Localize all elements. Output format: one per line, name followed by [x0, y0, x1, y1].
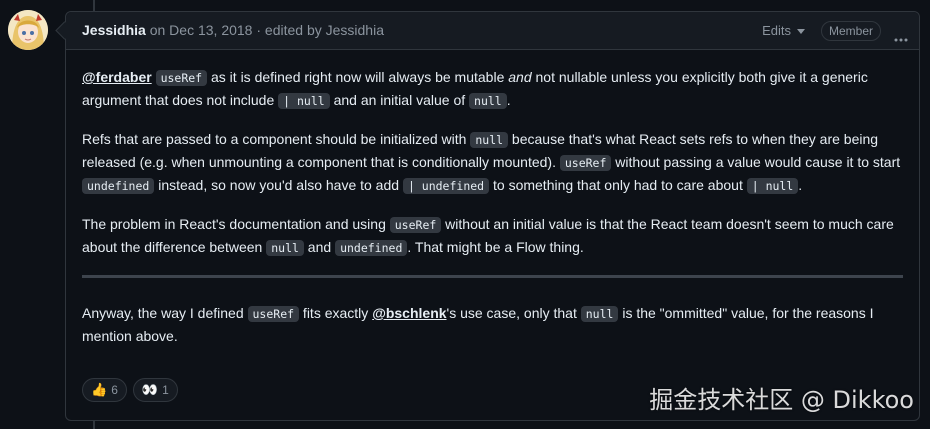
reactions-bar: 👍 6 👀 1	[82, 378, 178, 402]
mention-ferdaber[interactable]: @ferdaber	[82, 69, 152, 85]
page: Jessidhia on Dec 13, 2018 · edited by Je…	[0, 0, 930, 429]
paragraph-4: Anyway, the way I defined useRef fits ex…	[82, 302, 903, 347]
text: as it is defined right now will always b…	[207, 69, 509, 85]
text: . That might be a Flow thing.	[407, 239, 584, 255]
text: fits exactly	[299, 305, 373, 321]
chevron-down-icon	[797, 29, 805, 35]
paragraph-2: Refs that are passed to a component shou…	[82, 128, 903, 197]
inline-code: | null	[746, 178, 799, 194]
text: and	[303, 239, 336, 255]
inline-code: useRef	[155, 70, 208, 86]
author-link[interactable]: Jessidhia	[82, 22, 146, 38]
comment-meta: on Dec 13, 2018 · edited by Jessidhia	[145, 22, 384, 38]
reaction-count: 1	[162, 383, 169, 397]
emphasis: and	[508, 69, 532, 85]
eyes-icon: 👀	[141, 382, 159, 397]
inline-code: | undefined	[402, 178, 490, 194]
inline-code: undefined	[335, 240, 408, 256]
comment-card: Jessidhia on Dec 13, 2018 · edited by Je…	[65, 11, 920, 421]
inline-code: useRef	[247, 306, 300, 322]
member-badge: Member	[820, 21, 881, 41]
mention-bschlenk[interactable]: @bschlenk	[372, 305, 446, 321]
inline-code: null	[266, 240, 304, 256]
text: .	[798, 177, 803, 193]
inline-code: null	[469, 93, 507, 109]
horizontal-rule	[82, 275, 903, 278]
inline-code: null	[580, 306, 619, 322]
text: .	[506, 92, 511, 108]
reaction-eyes[interactable]: 👀 1	[132, 378, 178, 402]
kebab-menu-icon[interactable]	[893, 24, 909, 42]
text: and an initial value of	[329, 92, 470, 108]
inline-code: useRef	[559, 155, 612, 171]
edits-dropdown[interactable]: Edits	[762, 12, 805, 49]
text: Anyway, the way I defined	[82, 305, 248, 321]
thumbs-up-icon: 👍	[91, 382, 108, 397]
paragraph-1: @ferdaber useRef as it is defined right …	[82, 66, 903, 112]
inline-code: | null	[278, 93, 330, 109]
inline-code: useRef	[389, 217, 442, 233]
inline-code: null	[470, 132, 509, 148]
text: 's use case, only that	[446, 305, 581, 321]
avatar[interactable]	[8, 10, 48, 50]
text: to something that only had to care about	[489, 177, 747, 193]
text: without passing a value would cause it t…	[611, 154, 901, 170]
paragraph-3: The problem in React's documentation and…	[82, 213, 903, 259]
inline-code: undefined	[82, 178, 155, 194]
comment-body: @ferdaber useRef as it is defined right …	[66, 50, 919, 347]
text: The problem in React's documentation and…	[82, 216, 390, 232]
edits-label: Edits	[762, 23, 791, 38]
text: instead, so now you'd also have to add	[154, 177, 403, 193]
reaction-thumbs-up[interactable]: 👍 6	[82, 378, 127, 402]
watermark: 掘金技术社区 @ Dikkoo	[649, 386, 914, 414]
comment-header: Jessidhia on Dec 13, 2018 · edited by Je…	[66, 12, 919, 50]
reaction-count: 6	[111, 383, 118, 397]
avatar-illustration	[8, 10, 48, 50]
text: Refs that are passed to a component shou…	[82, 131, 471, 147]
